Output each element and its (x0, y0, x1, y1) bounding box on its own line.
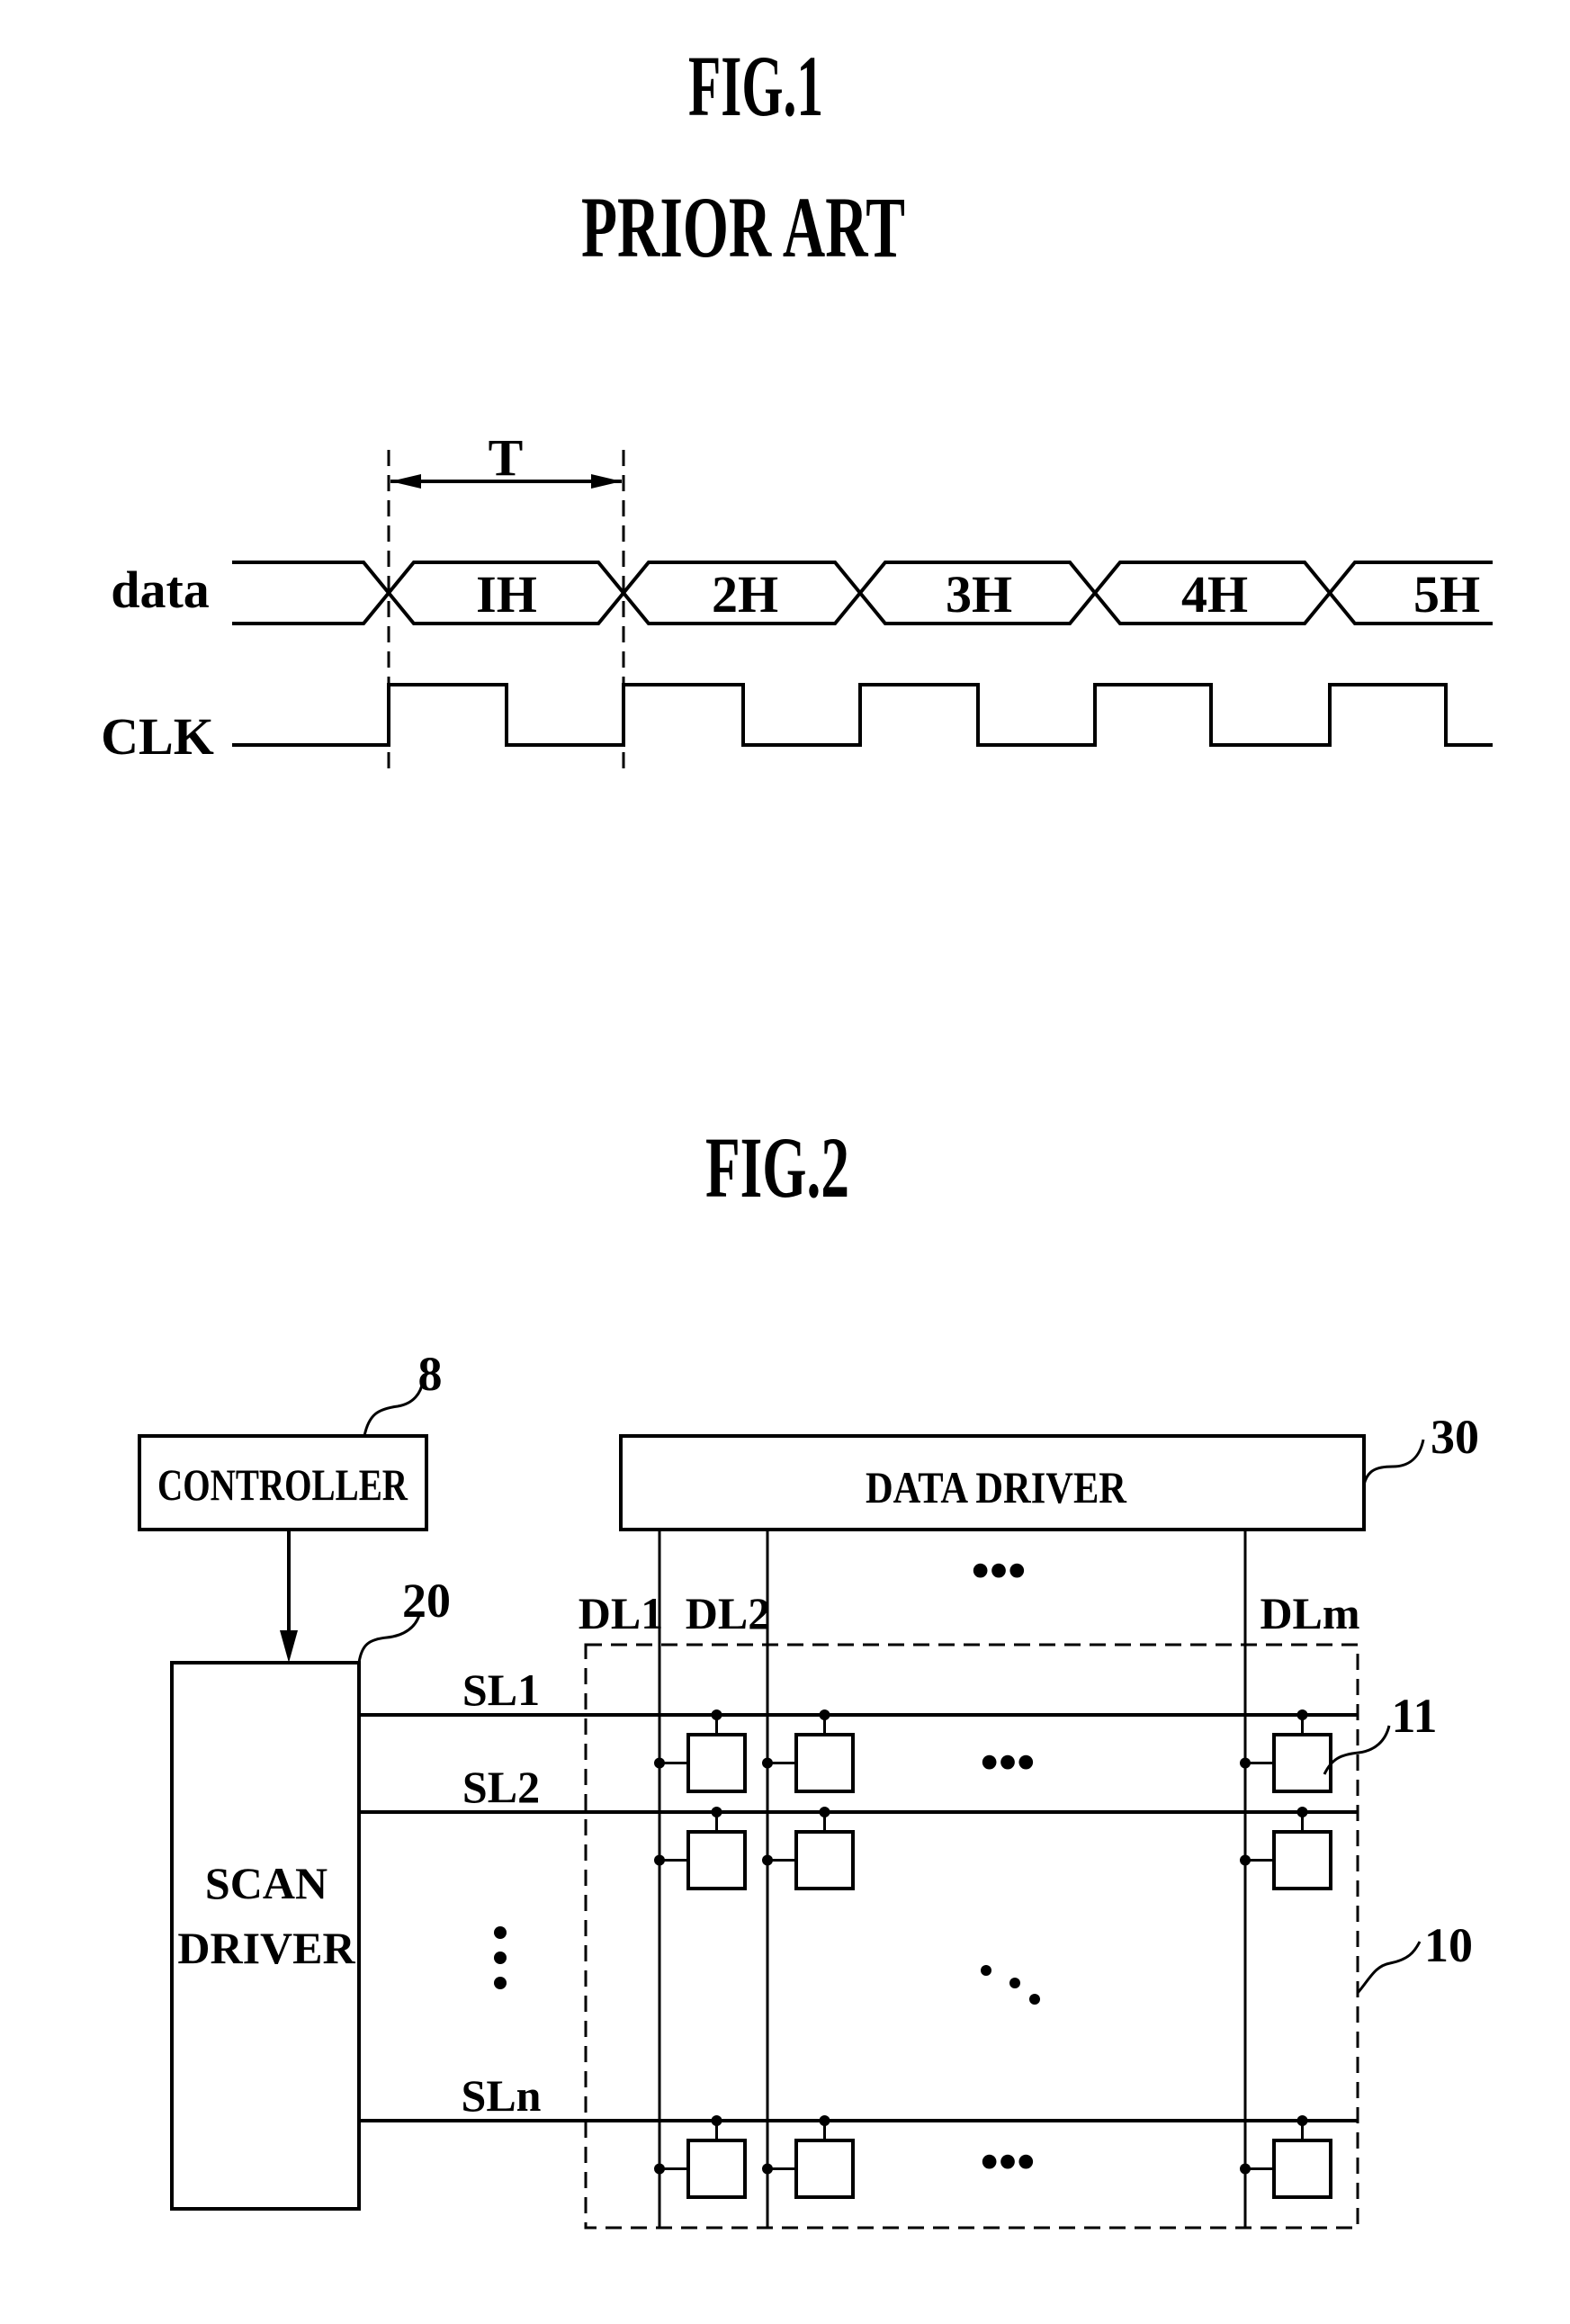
clk-signal-label: CLK (101, 707, 214, 766)
data-segment-label: 3H (946, 565, 1012, 624)
data-driver-leader-line (1362, 1439, 1425, 1485)
pixel-cell (654, 1807, 747, 1890)
pixel-cell (762, 1709, 855, 1793)
pixel-array-diagonal-ellipsis (981, 1965, 1040, 2005)
period-label: T (489, 428, 524, 487)
data-line-m-label: DLm (1260, 1588, 1359, 1638)
patent-drawing-sheet: FIG.1 PRIOR ART T data CLK IH 2H 3H 4H 5… (101, 38, 1493, 2230)
data-segment-label: IH (476, 565, 537, 624)
scan-driver-label-line2: DRIVER (177, 1923, 355, 1973)
pixel-cell (1240, 1709, 1332, 1793)
data-lines-ellipsis: ••• (972, 1541, 1027, 1600)
data-waveform (232, 561, 1493, 625)
scan-lines-vertical-ellipsis (494, 1926, 507, 1989)
panel-leader-line (1356, 1941, 1422, 1994)
data-bus-bottom-edge (232, 589, 1493, 625)
row1-ellipsis: ••• (981, 1733, 1036, 1791)
pixel-cell (654, 2115, 747, 2199)
pixel-cell (654, 1709, 747, 1793)
data-bus-top-edge (232, 561, 1493, 597)
data-segment-label: 2H (712, 565, 778, 624)
data-segment-label: 4H (1181, 565, 1248, 624)
data-segment-label: 5H (1413, 565, 1480, 624)
scan-line-n-label: SLn (462, 2070, 542, 2121)
controller-leader-line (363, 1380, 425, 1437)
fig2-title: FIG.2 (705, 1119, 849, 1216)
scan-driver-ref: 20 (402, 1574, 451, 1628)
figure-1: FIG.1 PRIOR ART T data CLK IH 2H 3H 4H 5… (101, 38, 1493, 774)
pixel-cell (762, 2115, 855, 2199)
data-signal-label: data (111, 561, 210, 619)
data-driver-ref: 30 (1431, 1410, 1479, 1464)
rown-ellipsis: ••• (981, 2132, 1036, 2191)
controller-label: CONTROLLER (157, 1459, 408, 1510)
fig1-subtitle: PRIOR ART (581, 179, 905, 275)
scan-driver-label-line1: SCAN (205, 1858, 327, 1908)
clk-waveform (232, 683, 1493, 747)
data-line-2-label: DL2 (686, 1588, 770, 1638)
pixel-cell (762, 1807, 855, 1890)
arrow-down-icon (280, 1630, 298, 1663)
figure-2: FIG.2 CONTROLLER 8 SCAN DRIVER 20 DATA D… (138, 1119, 1479, 2230)
data-driver-label: DATA DRIVER (866, 1462, 1127, 1512)
arrow-left-icon (390, 474, 421, 489)
data-line-1-label: DL1 (579, 1588, 663, 1638)
pixel-cell (1240, 1807, 1332, 1890)
pixel-cell (1240, 2115, 1332, 2199)
arrow-right-icon (591, 474, 622, 489)
controller-ref: 8 (418, 1347, 443, 1401)
scan-line-1-label: SL1 (462, 1664, 540, 1715)
fig1-title: FIG.1 (688, 38, 823, 134)
panel-ref: 10 (1424, 1918, 1473, 1972)
pixel-ref: 11 (1391, 1689, 1437, 1743)
scan-line-2-label: SL2 (462, 1762, 540, 1812)
